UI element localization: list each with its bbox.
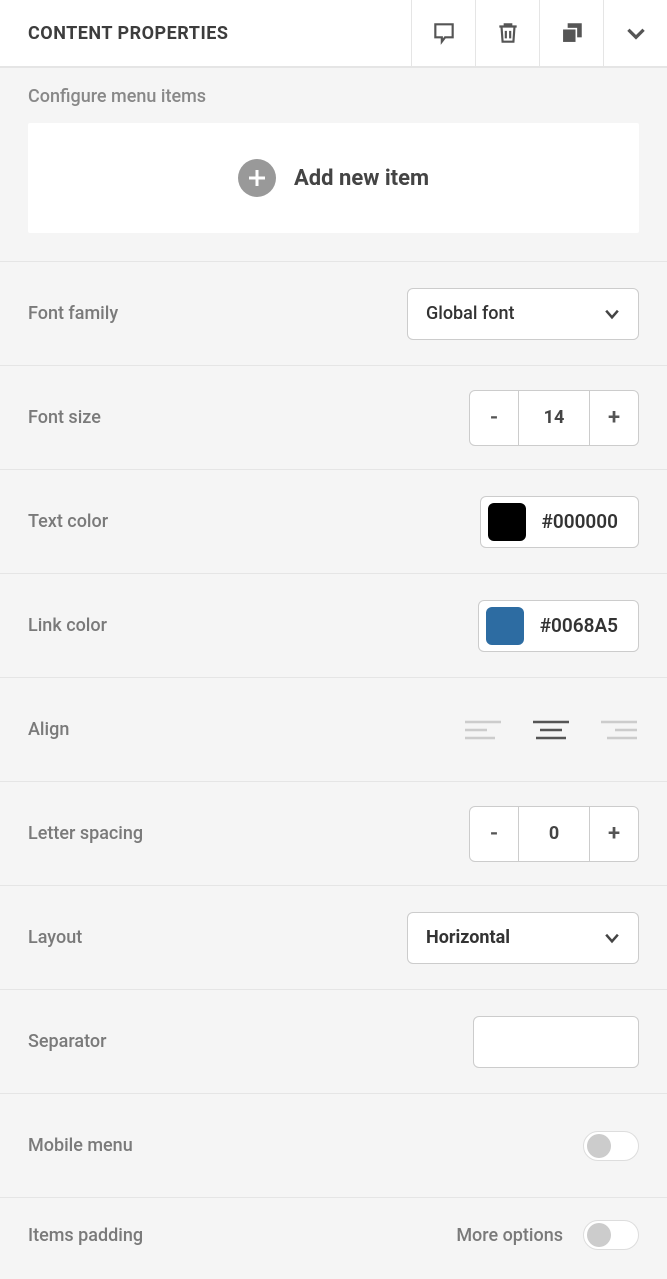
toggle-knob bbox=[587, 1134, 611, 1158]
add-new-item-label: Add new item bbox=[294, 166, 429, 191]
font-family-value: Global font bbox=[426, 303, 515, 324]
duplicate-icon[interactable] bbox=[539, 0, 603, 66]
items-padding-label: Items padding bbox=[28, 1225, 143, 1246]
font-size-increase[interactable]: + bbox=[590, 391, 638, 445]
align-right-button[interactable] bbox=[599, 714, 639, 746]
link-color-picker[interactable]: #0068A5 bbox=[478, 600, 639, 652]
layout-select[interactable]: Horizontal bbox=[407, 912, 639, 964]
font-family-row: Font family Global font bbox=[0, 262, 667, 366]
letter-spacing-stepper: - 0 + bbox=[469, 806, 639, 862]
link-color-label: Link color bbox=[28, 615, 107, 636]
items-padding-toggle[interactable] bbox=[583, 1220, 639, 1250]
text-color-value: #000000 bbox=[542, 510, 618, 533]
link-color-value: #0068A5 bbox=[540, 614, 618, 637]
chevron-down-icon[interactable] bbox=[603, 0, 667, 66]
items-padding-row: Items padding More options bbox=[0, 1198, 667, 1272]
align-group bbox=[463, 714, 639, 746]
text-color-label: Text color bbox=[28, 511, 108, 532]
align-label: Align bbox=[28, 719, 69, 740]
mobile-menu-label: Mobile menu bbox=[28, 1135, 133, 1156]
add-new-item-button[interactable]: Add new item bbox=[28, 123, 639, 233]
link-color-row: Link color #0068A5 bbox=[0, 574, 667, 678]
panel-title: CONTENT PROPERTIES bbox=[0, 23, 228, 44]
font-family-select[interactable]: Global font bbox=[407, 288, 639, 340]
layout-label: Layout bbox=[28, 927, 82, 948]
font-size-stepper: - 14 + bbox=[469, 390, 639, 446]
align-row: Align bbox=[0, 678, 667, 782]
font-size-value[interactable]: 14 bbox=[518, 391, 590, 445]
trash-icon[interactable] bbox=[475, 0, 539, 66]
chevron-down-icon bbox=[602, 928, 622, 948]
mobile-menu-toggle[interactable] bbox=[583, 1131, 639, 1161]
configure-label: Configure menu items bbox=[28, 86, 639, 107]
panel-header: CONTENT PROPERTIES bbox=[0, 0, 667, 68]
toggle-knob bbox=[587, 1223, 611, 1247]
text-color-picker[interactable]: #000000 bbox=[480, 496, 639, 548]
font-size-label: Font size bbox=[28, 407, 101, 428]
letter-spacing-row: Letter spacing - 0 + bbox=[0, 782, 667, 886]
letter-spacing-label: Letter spacing bbox=[28, 823, 143, 844]
separator-input[interactable] bbox=[473, 1016, 639, 1068]
items-padding-right: More options bbox=[456, 1220, 639, 1250]
text-color-swatch bbox=[488, 503, 526, 541]
link-color-swatch bbox=[486, 607, 524, 645]
text-color-row: Text color #000000 bbox=[0, 470, 667, 574]
header-icon-group bbox=[411, 0, 667, 66]
plus-circle-icon bbox=[238, 159, 276, 197]
font-size-row: Font size - 14 + bbox=[0, 366, 667, 470]
layout-value: Horizontal bbox=[426, 927, 510, 948]
letter-spacing-increase[interactable]: + bbox=[590, 807, 638, 861]
more-options-label: More options bbox=[456, 1225, 563, 1246]
separator-row: Separator bbox=[0, 990, 667, 1094]
letter-spacing-value[interactable]: 0 bbox=[518, 807, 590, 861]
font-size-decrease[interactable]: - bbox=[470, 391, 518, 445]
mobile-menu-row: Mobile menu bbox=[0, 1094, 667, 1198]
layout-row: Layout Horizontal bbox=[0, 886, 667, 990]
separator-label: Separator bbox=[28, 1031, 106, 1052]
align-center-button[interactable] bbox=[531, 714, 571, 746]
comment-icon[interactable] bbox=[411, 0, 475, 66]
configure-section: Configure menu items Add new item bbox=[0, 68, 667, 262]
letter-spacing-decrease[interactable]: - bbox=[470, 807, 518, 861]
align-left-button[interactable] bbox=[463, 714, 503, 746]
font-family-label: Font family bbox=[28, 303, 118, 324]
chevron-down-icon bbox=[602, 304, 622, 324]
